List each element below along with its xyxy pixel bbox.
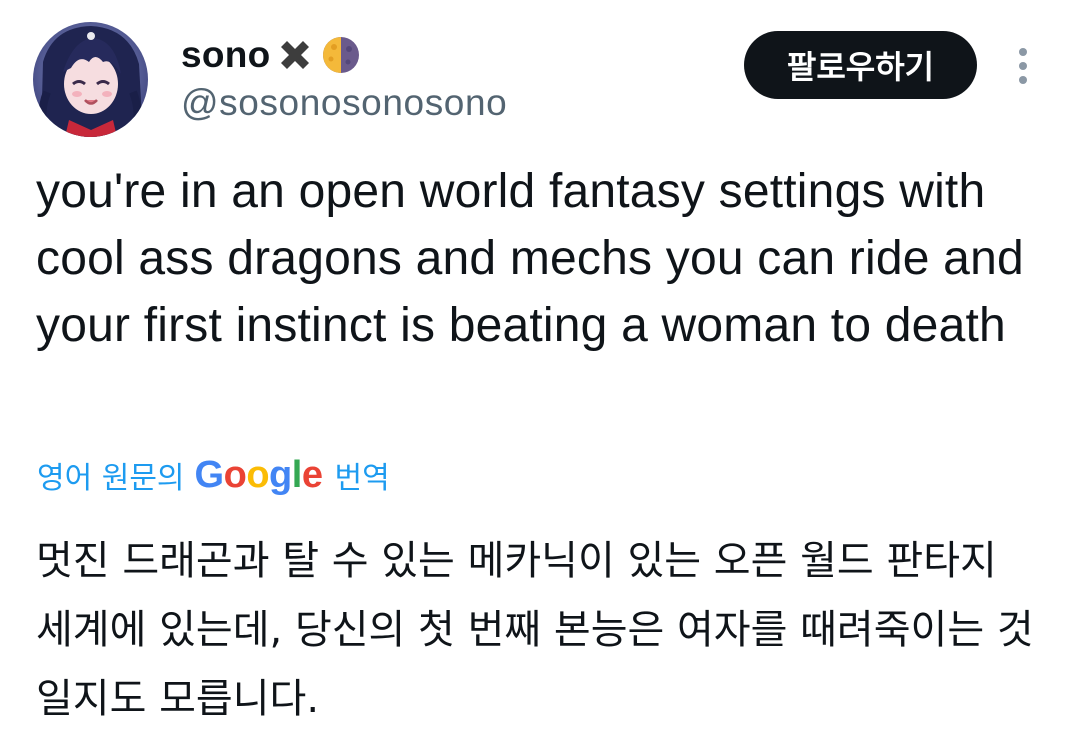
avatar[interactable] bbox=[33, 22, 148, 137]
cross-mark-icon bbox=[273, 33, 317, 77]
display-name-text: sono bbox=[181, 34, 271, 75]
more-vertical-icon[interactable] bbox=[1010, 44, 1036, 88]
follow-button[interactable]: 팔로우하기 bbox=[744, 31, 977, 99]
translate-prefix: 영어 원문의 bbox=[37, 461, 185, 496]
user-handle[interactable]: @sosonosonosono bbox=[181, 82, 507, 124]
translate-suffix: 번역 bbox=[334, 461, 390, 496]
translate-link[interactable]: 영어 원문의 Google 번역 bbox=[37, 450, 390, 500]
display-name[interactable]: sono bbox=[181, 28, 363, 82]
google-logo: Google bbox=[194, 453, 323, 496]
translated-text: 멋진 드래곤과 탈 수 있는 메카닉이 있는 오픈 월드 판타지 세계에 있는데… bbox=[36, 538, 1034, 722]
moon-phase-icon bbox=[319, 33, 363, 77]
tweet-text: you're in an open world fantasy settings… bbox=[36, 165, 1024, 352]
